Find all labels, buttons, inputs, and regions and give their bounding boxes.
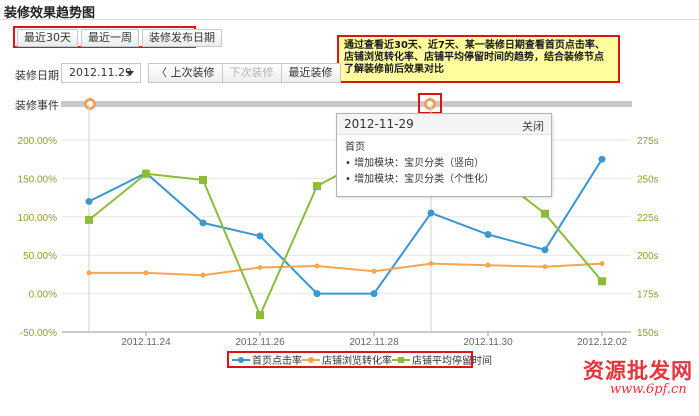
series-point-2 (541, 209, 549, 218)
x-tick-label: 2012.12.02 (577, 337, 627, 348)
series-point-1 (257, 264, 263, 270)
series-point-1 (143, 270, 149, 276)
series-point-1 (599, 261, 605, 267)
series-point-1 (200, 272, 206, 278)
left-axis-tick-label: -50.00% (20, 328, 57, 339)
right-axis-tick-label: 250s (637, 174, 659, 185)
series-point-0 (370, 290, 378, 298)
chart-legend: 首页点击率 店铺浏览转化率 店铺平均停留时间 (227, 351, 492, 368)
watermark-name: 资源批发网 (583, 358, 693, 383)
series-point-2 (85, 215, 93, 224)
legend-item-dwell-time[interactable]: 店铺平均停留时间 (392, 352, 492, 367)
event-popup-section: 首页 (345, 142, 365, 153)
event-popup-date: 2012-11-29 (344, 117, 414, 131)
series-point-2 (313, 182, 321, 191)
x-tick-label: 2012.11.26 (235, 337, 285, 348)
series-point-2 (199, 175, 207, 184)
series-point-0 (484, 230, 492, 238)
series-point-0 (427, 209, 435, 217)
event-popup-close-button[interactable]: 关闭 (522, 118, 544, 134)
right-axis-tick-label: 225s (637, 213, 659, 224)
watermark-url: www.6pf.cn (610, 382, 687, 397)
right-axis-tick-label: 150s (637, 328, 659, 339)
series-point-0 (541, 246, 549, 254)
left-axis-tick-label: 100.00% (18, 213, 58, 224)
series-point-0 (598, 155, 606, 163)
x-tick-label: 2012.11.24 (121, 337, 171, 348)
series-point-1 (428, 261, 434, 267)
event-popup-item: • 增加模块：宝贝分类（个性化） (345, 174, 495, 185)
right-axis-tick-label: 275s (637, 136, 659, 147)
series-point-0 (256, 232, 264, 240)
legend-item-conversion-rate[interactable]: 店铺浏览转化率 (302, 352, 392, 367)
series-point-0 (313, 290, 321, 298)
legend-swatch-orange (302, 356, 320, 363)
left-axis-tick-label: 50.00% (23, 251, 57, 262)
series-point-1 (371, 268, 377, 274)
event-popup-item: • 增加模块：宝贝分类（竖向） (345, 158, 485, 169)
series-point-0 (199, 219, 207, 227)
series-point-0 (85, 197, 93, 205)
series-point-2 (598, 277, 606, 286)
series-point-1 (314, 263, 320, 269)
legend-swatch-blue (232, 356, 250, 363)
series-point-1 (542, 264, 548, 270)
series-point-2 (142, 169, 150, 178)
series-line-1 (89, 262, 603, 277)
series-point-2 (256, 311, 264, 320)
event-popup-header: 2012-11-29 关闭 (337, 114, 551, 135)
right-axis-tick-label: 200s (637, 251, 659, 262)
event-popup-body: 首页 • 增加模块：宝贝分类（竖向） • 增加模块：宝贝分类（个性化） (337, 135, 551, 193)
legend-swatch-green (392, 356, 410, 363)
event-popup: 2012-11-29 关闭 首页 • 增加模块：宝贝分类（竖向） • 增加模块：… (336, 113, 552, 197)
series-point-1 (86, 270, 92, 276)
legend-item-click-rate[interactable]: 首页点击率 (232, 352, 302, 367)
x-tick-label: 2012.11.30 (463, 337, 513, 348)
left-axis-tick-label: 0.00% (29, 290, 57, 301)
x-tick-label: 2012.11.28 (349, 337, 399, 348)
series-point-1 (485, 262, 491, 268)
left-axis-tick-label: 200.00% (18, 136, 58, 147)
left-axis-tick-label: 150.00% (18, 174, 58, 185)
right-axis-tick-label: 175s (637, 290, 659, 301)
